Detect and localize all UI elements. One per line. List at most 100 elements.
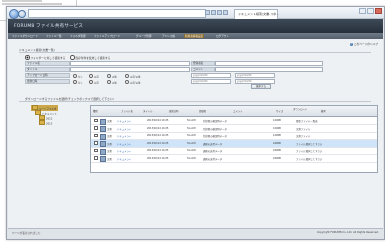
title-input[interactable]: [70, 67, 190, 72]
date-option[interactable]: なし: [73, 79, 83, 84]
column-header[interactable]: タイトル: [143, 109, 153, 113]
browser-window: ドキュメント検索(文書-スタ... × FORUM8 ファイル共有サービス ファ…: [6, 6, 385, 240]
file-name-label: ファイル名: [25, 61, 70, 66]
menu-item[interactable]: グループ管理: [136, 34, 151, 38]
option-label: なし: [78, 75, 83, 79]
cell-file-link[interactable]: ドキュメント: [117, 157, 131, 161]
cell-size: 120KB: [273, 126, 281, 130]
upload-date-to[interactable]: yyyy/mm/dd: [235, 73, 275, 78]
text-line: [2, 3, 62, 5]
refresh-icon[interactable]: [205, 10, 210, 15]
page-body: ? このページのヘルプ ドキュメント検索(文書一覧) フォルダーに対して検索する …: [8, 39, 383, 229]
column-header[interactable]: 備考: [321, 109, 326, 113]
address-bar[interactable]: [28, 9, 206, 18]
cell-date: 2013/02/14 10:25: [147, 134, 169, 137]
date-option[interactable]: 以後: [107, 73, 117, 79]
copyright-text: Copyright FORUM8 Co.,Ltd. All Rights Res…: [316, 231, 379, 234]
compat-icon[interactable]: [223, 10, 228, 15]
date-option[interactable]: 以前: [89, 79, 99, 84]
column-header[interactable]: 更新日時: [169, 109, 179, 113]
cell-date: 2013/02/14 10:25: [147, 119, 169, 122]
text-line: [2, 0, 42, 2]
cell-file-link[interactable]: ドキュメント: [117, 134, 131, 138]
maximize-icon[interactable]: [367, 8, 374, 14]
date-option[interactable]: 以前/以後: [125, 79, 140, 84]
menu-item[interactable]: ファイル一覧: [46, 34, 62, 38]
radio-icon: [73, 79, 77, 84]
cell-comment: 通知の送付データ: [203, 157, 223, 161]
stop-icon[interactable]: [211, 10, 216, 15]
browser-tab[interactable]: ドキュメント検索(文書-スタ... ×: [234, 9, 279, 19]
cell-comment: 仕様書の確認用データ: [203, 127, 227, 131]
tab-close-icon[interactable]: ×: [272, 12, 275, 16]
update-date-from[interactable]: yyyy/mm/dd: [191, 79, 231, 84]
owner-label: 登録者名: [191, 61, 215, 66]
comment-input[interactable]: [215, 67, 323, 72]
radio-existing-search[interactable]: 既存条件を使用して検索する: [70, 55, 110, 60]
date-option[interactable]: 以後: [107, 79, 117, 84]
cell-owner: forum8: [187, 119, 196, 122]
cell-date: 2013/02/14 10:25: [147, 156, 169, 160]
date-option[interactable]: なし: [73, 73, 83, 79]
document-icon: [100, 156, 106, 162]
file-name-input[interactable]: [70, 61, 190, 66]
cell-file-link[interactable]: ドキュメント: [117, 119, 131, 123]
column-header[interactable]: 登録者: [199, 109, 206, 113]
search-icon[interactable]: [217, 10, 222, 15]
menu-item[interactable]: アドレス帳: [162, 34, 175, 38]
cell-type: 文書: [107, 142, 112, 146]
close-icon[interactable]: [375, 8, 382, 14]
comment-label: コメント: [191, 67, 215, 72]
row-checkbox[interactable]: [94, 126, 98, 130]
help-link[interactable]: ? このページのヘルプ: [349, 42, 378, 46]
table-row[interactable]: 文書 ドキュメント 2013/02/14 10:25 forum8 通知の送付デ…: [91, 155, 377, 163]
row-checkbox[interactable]: [94, 133, 98, 137]
radio-folder-search[interactable]: フォルダーに対して検索する: [25, 55, 65, 60]
forward-arrow-icon[interactable]: [18, 10, 26, 18]
option-label: 以後: [112, 75, 117, 79]
date-option[interactable]: 以前: [89, 73, 99, 78]
row-checkbox[interactable]: [94, 118, 98, 122]
column-header[interactable]: ファイル名: [121, 109, 133, 113]
cell-note: ファイル選択して下さい: [296, 142, 323, 146]
column-header[interactable]: コメント: [233, 109, 243, 113]
upload-date-from[interactable]: yyyy/mm/dd: [191, 73, 231, 78]
option-label: 以前/以後: [130, 75, 141, 79]
grid-header: 種別 ファイル名 タイトル 更新日時 登録者 コメント サイズ ダウンロード 備…: [91, 106, 377, 117]
radio-icon: [70, 55, 75, 60]
menu-item[interactable]: ファイルダウンロード: [12, 34, 38, 38]
tree-node[interactable]: 2013: [39, 120, 52, 126]
row-checkbox[interactable]: [94, 141, 98, 145]
row-checkbox[interactable]: [94, 148, 98, 152]
cell-size: 240KB: [273, 156, 281, 160]
owner-input[interactable]: [215, 61, 323, 66]
radio-icon: [89, 79, 93, 84]
menu-item[interactable]: ファイルアップロード: [94, 34, 120, 38]
radio-label: フォルダーに対して検索する: [30, 56, 66, 61]
column-header[interactable]: サイズ: [276, 109, 283, 113]
column-header[interactable]: 種別: [93, 109, 98, 113]
cell-comment: 通知の送付データ: [203, 150, 223, 153]
row-checkbox[interactable]: [94, 156, 98, 160]
cell-date: 2013/02/14 10:25: [147, 126, 169, 130]
cell-owner: forum8: [187, 141, 196, 145]
cell-file-link[interactable]: ドキュメント: [117, 127, 131, 131]
radio-label: 既存条件を使用して検索する: [75, 56, 111, 61]
cell-note: ファイル選択して下さい: [296, 150, 323, 153]
menu-item-active[interactable]: 利用者情報設定: [184, 34, 205, 38]
search-button[interactable]: 検索する: [251, 84, 271, 89]
radio-icon: [107, 73, 111, 78]
cell-file-link[interactable]: ドキュメント: [117, 149, 131, 153]
minimize-icon[interactable]: [359, 8, 366, 14]
menu-item[interactable]: ログアウト: [216, 34, 229, 38]
cell-file-link[interactable]: ドキュメント: [117, 142, 131, 146]
menu-item[interactable]: フォルダ管理: [70, 34, 86, 38]
cell-type: 文書: [107, 135, 112, 138]
brand-title: FORUM8 ファイル共有サービス: [14, 24, 84, 29]
page-content: FORUM8 ファイル共有サービス ファイルダウンロード ファイル一覧 フォルダ…: [8, 19, 383, 237]
form-row: ファイル名 登録者名: [25, 61, 323, 66]
cell-owner: forum8: [187, 149, 196, 152]
column-header[interactable]: ダウンロード: [293, 107, 307, 111]
radio-icon: [107, 79, 111, 84]
date-option[interactable]: 以前/以後: [125, 73, 141, 79]
